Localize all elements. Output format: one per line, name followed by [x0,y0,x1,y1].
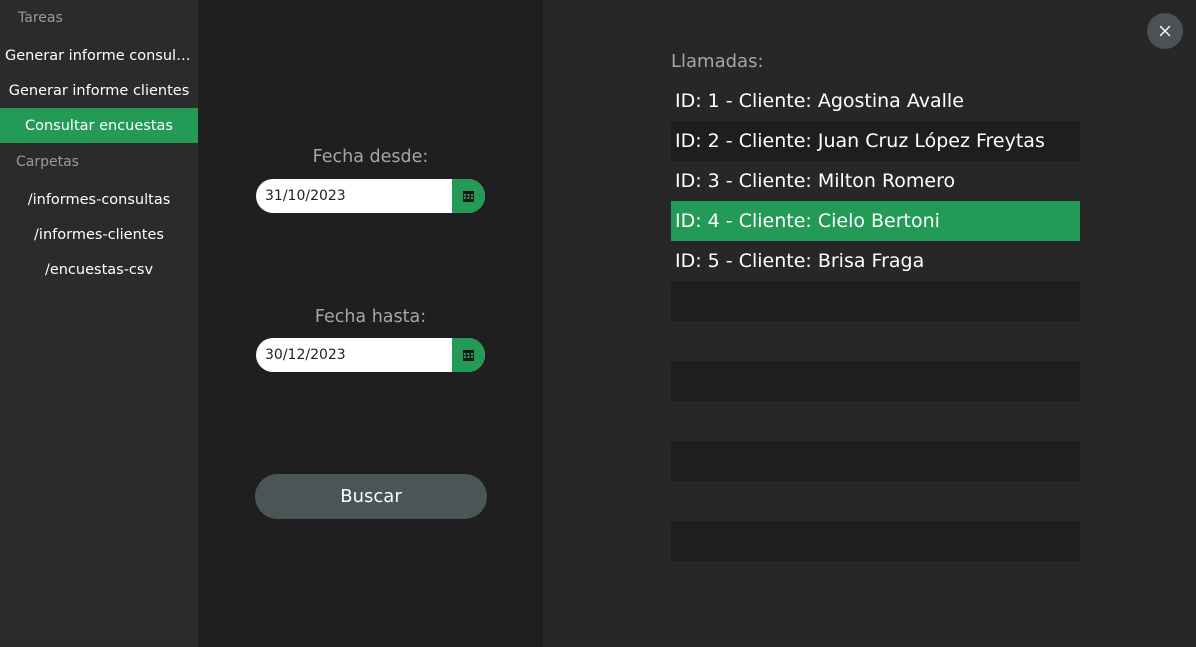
list-item[interactable] [671,521,1080,561]
date-from-label: Fecha desde: [312,147,429,167]
date-to-calendar-button[interactable] [452,338,485,372]
list-item[interactable]: ID: 5 - Cliente: Brisa Fraga [671,241,1080,281]
calendar-icon [463,190,474,202]
calls-list-title: Llamadas: [671,51,764,72]
sidebar-item-informes-clientes[interactable]: /informes-clientes [0,217,198,252]
sidebar-item-consultar-encuestas[interactable]: Consultar encuestas [0,108,198,143]
list-item[interactable]: ID: 1 - Cliente: Agostina Avalle [671,81,1080,121]
search-form-panel: Fecha desde: Fecha hasta: [198,0,543,647]
calendar-icon [463,349,474,361]
app-window: Tareas Generar informe consultas Generar… [0,0,1196,647]
date-from-picker [256,179,485,213]
close-button[interactable] [1147,13,1183,49]
list-item[interactable] [671,441,1080,481]
sidebar-item-informes-consultas[interactable]: /informes-consultas [0,182,198,217]
date-to-picker [256,338,485,372]
sidebar-item-label: /informes-clientes [34,226,164,243]
sidebar-item-generar-informe-consultas[interactable]: Generar informe consultas [0,38,198,73]
sidebar-item-label: Generar informe clientes [8,82,190,99]
list-item[interactable] [671,481,1080,521]
list-item[interactable]: ID: 3 - Cliente: Milton Romero [671,161,1080,201]
sidebar-item-label: Generar informe consultas [5,47,193,64]
date-from-input[interactable] [256,179,452,213]
list-item-selected[interactable]: ID: 4 - Cliente: Cielo Bertoni [671,201,1080,241]
list-item[interactable] [671,401,1080,441]
date-to-input[interactable] [256,338,452,372]
list-item[interactable] [671,281,1080,321]
list-item[interactable] [671,361,1080,401]
sidebar-item-label: /informes-consultas [27,191,171,208]
date-to-label: Fecha hasta: [314,307,427,327]
close-icon [1159,25,1171,37]
search-button[interactable]: Buscar [255,474,487,519]
date-from-calendar-button[interactable] [452,179,485,213]
calls-list: ID: 1 - Cliente: Agostina Avalle ID: 2 -… [671,81,1080,561]
list-item[interactable] [671,321,1080,361]
sidebar: Tareas Generar informe consultas Generar… [0,0,198,647]
sidebar-item-label: /encuestas-csv [44,261,154,278]
sidebar-item-generar-informe-clientes[interactable]: Generar informe clientes [0,73,198,108]
list-item[interactable]: ID: 2 - Cliente: Juan Cruz López Freytas [671,121,1080,161]
sidebar-item-label: Consultar encuestas [25,117,173,134]
sidebar-item-encuestas-csv[interactable]: /encuestas-csv [0,252,198,287]
folders-header: Carpetas [16,154,79,170]
tasks-header: Tareas [18,10,63,26]
